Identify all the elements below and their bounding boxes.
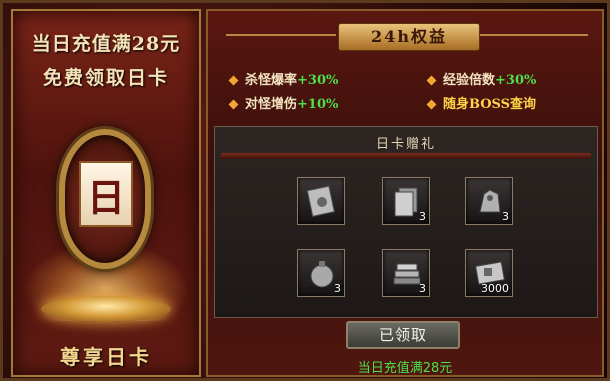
daily-card-promo-panel: 当日充值满28元 免费领取日卡 日 尊享日卡 <box>11 9 201 377</box>
gift-slot-2[interactable]: 3 <box>382 177 430 225</box>
diamond-bullet-icon <box>228 75 239 86</box>
benefits-panel: 24h权益 杀怪爆率+30% 经验倍数+30% 对怪增伤+10% 随身BOSS查… <box>206 9 604 377</box>
benefits-title: 24h权益 <box>338 23 480 51</box>
pedestal <box>41 296 171 322</box>
perk-boss-query: 随身BOSS查询 <box>426 93 536 112</box>
gift-slot-5[interactable]: 3 <box>382 249 430 297</box>
perk-kill-drop: 杀怪爆率+30% <box>228 69 338 88</box>
daily-gift-panel: 日卡赠礼 3 3 3 3 3000 <box>214 126 598 318</box>
gift-slot-4[interactable]: 3 <box>297 249 345 297</box>
promo-line-1: 当日充值满28元 <box>31 33 181 55</box>
gift-slot-6[interactable]: 3000 <box>465 249 513 297</box>
daily-card-icon: 日 <box>79 161 133 227</box>
title-wing-right <box>478 34 588 36</box>
claimed-button[interactable]: 已领取 <box>346 321 460 349</box>
scroll-card-icon <box>306 185 335 217</box>
gift-slot-1[interactable] <box>297 177 345 225</box>
diamond-bullet-icon <box>228 99 239 110</box>
promo-line-2: 免费领取日卡 <box>42 67 169 89</box>
title-wing-left <box>226 34 336 36</box>
gift-header: 日卡赠礼 <box>375 137 436 152</box>
gift-header-rule <box>221 153 591 159</box>
enjoy-daily-card-label: 尊享日卡 <box>60 345 152 369</box>
perk-exp-multiplier: 经验倍数+30% <box>426 69 536 88</box>
perk-monster-damage: 对怪增伤+10% <box>228 93 338 112</box>
diamond-bullet-icon <box>426 75 437 86</box>
diamond-bullet-icon <box>426 99 437 110</box>
gift-slot-3[interactable]: 3 <box>465 177 513 225</box>
recharge-requirement-note: 当日充值满28元 <box>357 361 453 376</box>
daily-card-window: 当日充值满28元 免费领取日卡 日 尊享日卡 24h权益 杀怪爆率+30% 经验… <box>0 0 610 381</box>
